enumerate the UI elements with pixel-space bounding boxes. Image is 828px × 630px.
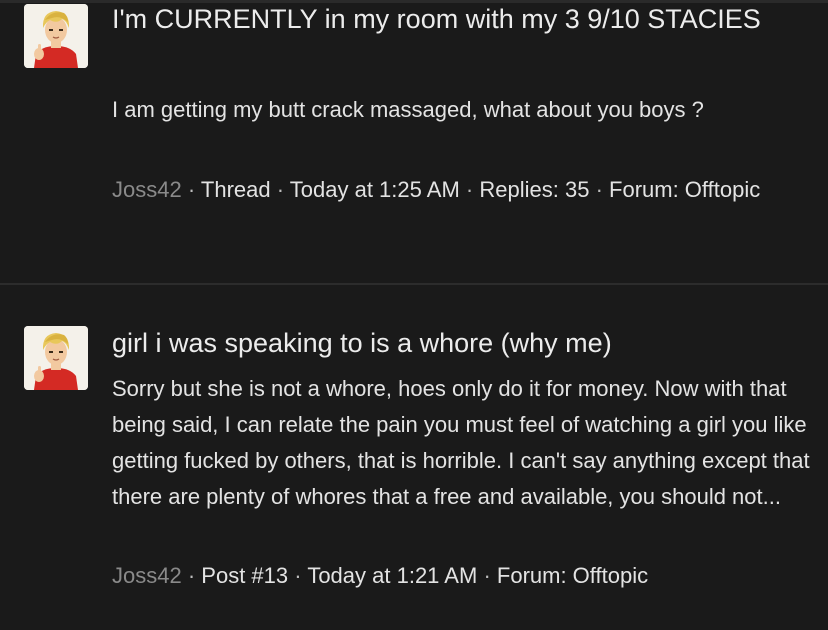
meta-separator: ·	[595, 177, 603, 202]
author-link[interactable]: Joss42	[112, 563, 182, 588]
anime-avatar-icon	[24, 326, 88, 390]
meta-separator: ·	[187, 177, 196, 202]
anime-avatar-icon	[24, 4, 88, 68]
user-avatar[interactable]	[24, 326, 88, 390]
result-title[interactable]: I'm CURRENTLY in my room with my 3 9/10 …	[112, 1, 802, 38]
result-snippet: Sorry but she is not a whore, hoes only …	[112, 376, 810, 509]
forum-link[interactable]: Forum: Offtopic	[609, 177, 760, 202]
result-meta: Joss42 · Thread · Today at 1:25 AM · Rep…	[112, 172, 802, 208]
meta-separator: ·	[294, 563, 302, 588]
result-snippet: I am getting my butt crack massaged, wha…	[112, 97, 704, 122]
forum-link[interactable]: Forum: Offtopic	[497, 563, 648, 588]
author-link[interactable]: Joss42	[112, 177, 182, 202]
content-type: Thread	[200, 177, 271, 202]
reply-count: Replies: 35	[479, 177, 590, 202]
result-meta: Joss42 · Post #13 · Today at 1:21 AM · F…	[112, 558, 802, 594]
user-avatar[interactable]	[24, 4, 88, 68]
meta-separator: ·	[483, 563, 491, 588]
post-number[interactable]: Post #13	[201, 563, 288, 588]
post-date[interactable]: Today at 1:25 AM	[290, 177, 460, 202]
meta-separator: ·	[465, 177, 474, 202]
search-result: girl i was speaking to is a whore (why m…	[0, 285, 828, 630]
meta-separator: ·	[276, 177, 285, 202]
result-title[interactable]: girl i was speaking to is a whore (why m…	[112, 325, 802, 362]
meta-separator: ·	[187, 563, 196, 588]
search-result: I'm CURRENTLY in my room with my 3 9/10 …	[0, 0, 828, 283]
post-date[interactable]: Today at 1:21 AM	[307, 563, 477, 588]
